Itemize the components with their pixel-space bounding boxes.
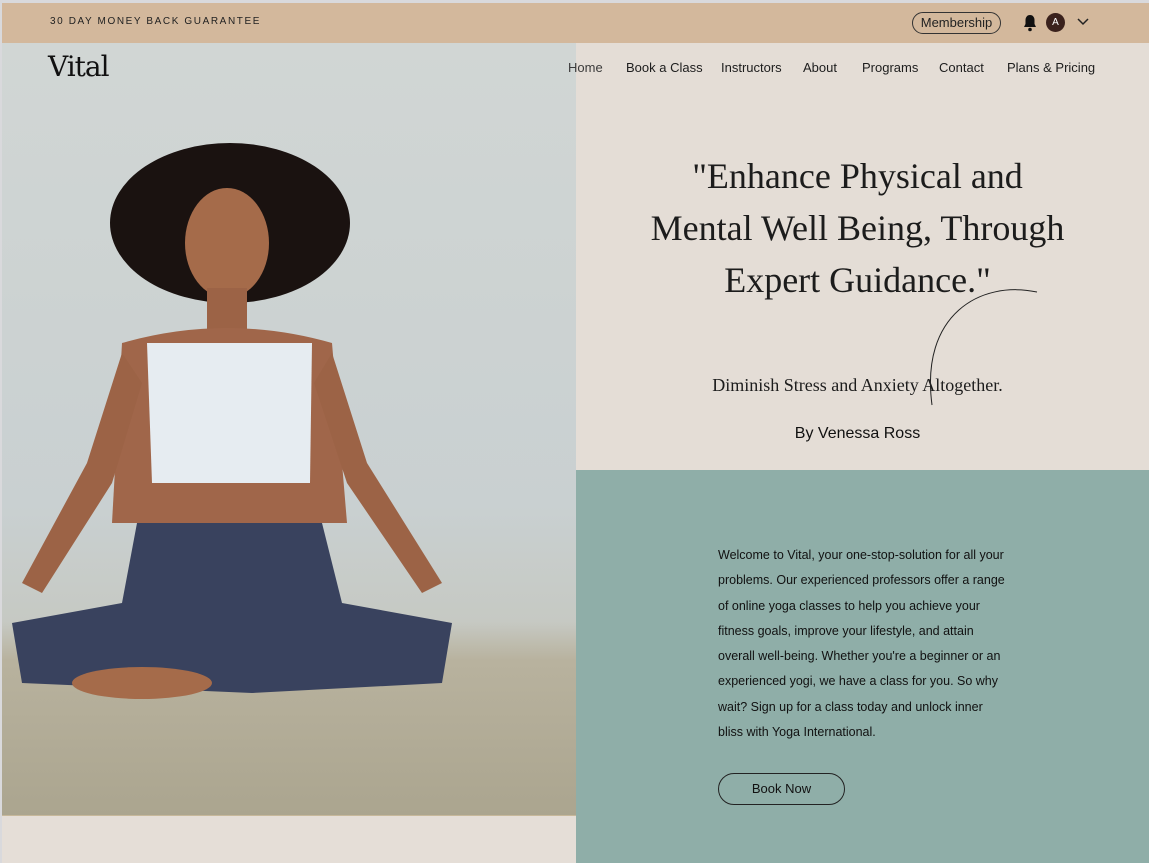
nav-programs[interactable]: Programs <box>862 60 918 75</box>
yoga-photo <box>2 43 576 815</box>
book-now-button[interactable]: Book Now <box>718 773 845 805</box>
nav-about[interactable]: About <box>803 60 837 75</box>
membership-button[interactable]: Membership <box>912 12 1001 34</box>
section-below-photo <box>2 815 576 863</box>
meditating-woman-image <box>12 143 452 699</box>
hero-quote: "Enhance Physical and Mental Well Being,… <box>650 156 1065 300</box>
chevron-down-icon[interactable] <box>1075 14 1091 30</box>
intro-text: Welcome to Vital, your one-stop-solution… <box>718 548 1005 740</box>
bell-icon[interactable] <box>1022 14 1038 32</box>
top-bar: 30 DAY MONEY BACK GUARANTEE Membership A <box>2 3 1149 43</box>
nav-plans-pricing[interactable]: Plans & Pricing <box>1007 60 1095 75</box>
nav-book-a-class[interactable]: Book a Class <box>626 60 703 75</box>
nav-contact[interactable]: Contact <box>939 60 984 75</box>
nav-instructors[interactable]: Instructors <box>721 60 782 75</box>
nav-home[interactable]: Home <box>568 60 603 75</box>
hero-author: By Venessa Ross <box>794 425 921 442</box>
decorative-arc <box>930 289 1038 406</box>
promo-text: 30 DAY MONEY BACK GUARANTEE <box>50 16 262 27</box>
avatar[interactable]: A <box>1046 13 1065 32</box>
logo[interactable]: Vital <box>48 50 110 83</box>
